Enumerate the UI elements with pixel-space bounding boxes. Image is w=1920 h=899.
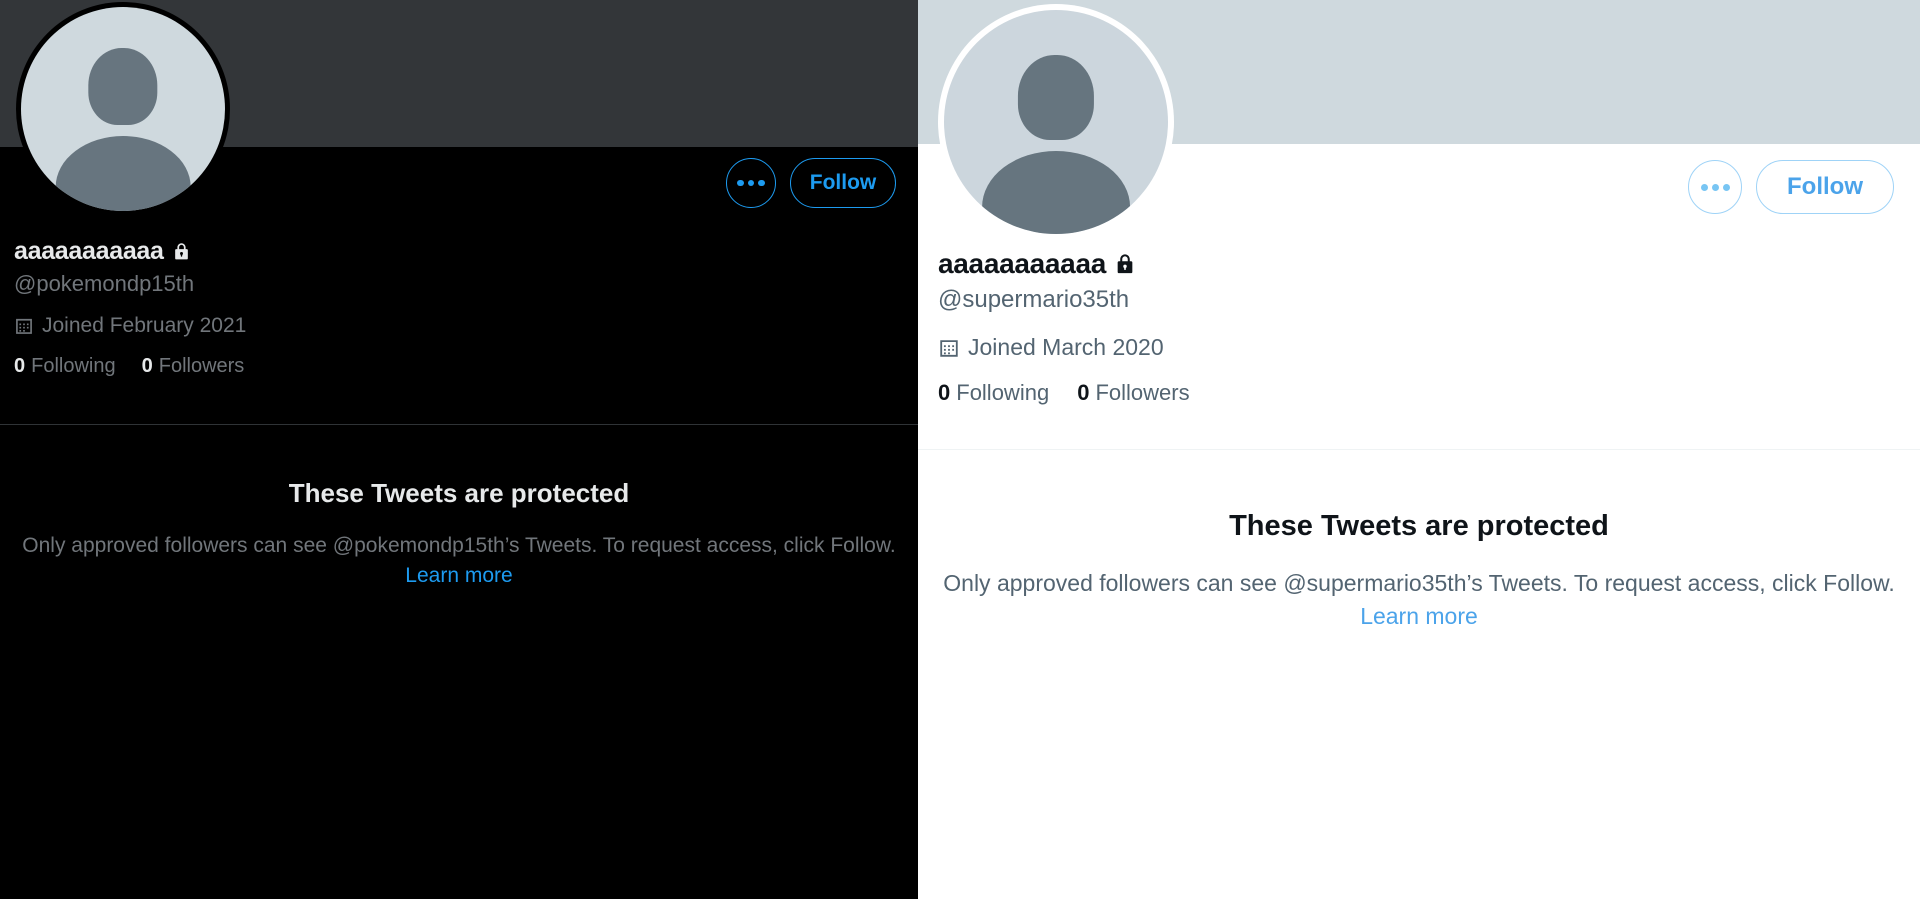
profile-stats: 0 Following 0 Followers (938, 380, 1190, 406)
followers-label: Followers (1095, 380, 1190, 405)
following-count: 0 (14, 355, 26, 377)
followers-count: 0 (1077, 380, 1090, 405)
more-options-button[interactable] (1688, 160, 1742, 214)
section-divider (918, 449, 1920, 450)
joined-date-row: Joined February 2021 (14, 314, 246, 338)
more-options-icon (737, 179, 765, 187)
lock-icon (174, 243, 188, 260)
follow-button[interactable]: Follow (1756, 160, 1894, 214)
followers-stat[interactable]: 0 Followers (1077, 380, 1189, 406)
default-avatar-icon (944, 10, 1168, 234)
protected-tweets-notice: These Tweets are protected Only approved… (0, 478, 918, 591)
joined-date-row: Joined March 2020 (938, 334, 1190, 361)
following-label: Following (956, 380, 1050, 405)
following-stat[interactable]: 0 Following (14, 355, 116, 378)
page-title: aaaaaaaaaaa (14, 237, 164, 265)
section-divider (0, 424, 918, 425)
followers-label: Followers (158, 355, 245, 377)
protected-tweets-notice: These Tweets are protected Only approved… (918, 510, 1920, 632)
learn-more-link[interactable]: Learn more (1360, 603, 1478, 629)
profile-stats: 0 Following 0 Followers (14, 355, 246, 378)
lock-icon (1117, 254, 1133, 274)
default-avatar-icon (21, 7, 225, 211)
profile-identity: aaaaaaaaaaa @pokemondp15th Joined Februa… (14, 237, 246, 378)
followers-stat[interactable]: 0 Followers (142, 355, 245, 378)
protected-description: Only approved followers can see @pokemon… (19, 531, 899, 591)
dark-theme-profile-panel: Follow aaaaaaaaaaa @pokemondp15th Joined… (0, 0, 918, 899)
profile-handle: @pokemondp15th (14, 271, 195, 296)
profile-actions: Follow (1688, 160, 1894, 214)
learn-more-link[interactable]: Learn more (405, 564, 512, 587)
display-name-row: aaaaaaaaaaa (14, 237, 246, 266)
protected-description-text: Only approved followers can see @pokemon… (22, 534, 896, 557)
protected-description: Only approved followers can see @superma… (939, 567, 1899, 632)
following-stat[interactable]: 0 Following (938, 380, 1049, 406)
profile-identity: aaaaaaaaaaa @supermario35th Joined March… (938, 248, 1190, 406)
calendar-icon (16, 318, 32, 334)
avatar-body-shape (55, 135, 191, 211)
profile-actions: Follow (726, 158, 896, 208)
side-by-side-profile-comparison: Follow aaaaaaaaaaa @pokemondp15th Joined… (0, 0, 1920, 899)
following-count: 0 (938, 380, 951, 405)
avatar[interactable] (938, 4, 1174, 240)
light-theme-profile-panel: Follow aaaaaaaaaaa @supermario35th Joine… (918, 0, 1920, 899)
protected-description-text: Only approved followers can see @superma… (943, 570, 1895, 596)
avatar-head-shape (1017, 54, 1095, 140)
followers-count: 0 (141, 355, 153, 377)
follow-button[interactable]: Follow (790, 158, 896, 208)
following-label: Following (31, 355, 116, 377)
joined-date-text: Joined February 2021 (42, 314, 247, 337)
avatar-head-shape (88, 47, 158, 126)
protected-title: These Tweets are protected (288, 478, 630, 508)
joined-date-text: Joined March 2020 (968, 334, 1164, 360)
avatar-body-shape (982, 151, 1130, 234)
display-name-row: aaaaaaaaaaa (938, 248, 1190, 280)
profile-handle: @supermario35th (938, 286, 1130, 313)
calendar-icon (940, 339, 958, 357)
more-options-button[interactable] (726, 158, 776, 208)
avatar[interactable] (16, 2, 230, 216)
protected-title: These Tweets are protected (1229, 510, 1609, 542)
page-title: aaaaaaaaaaa (938, 248, 1106, 279)
more-options-icon (1700, 183, 1730, 191)
